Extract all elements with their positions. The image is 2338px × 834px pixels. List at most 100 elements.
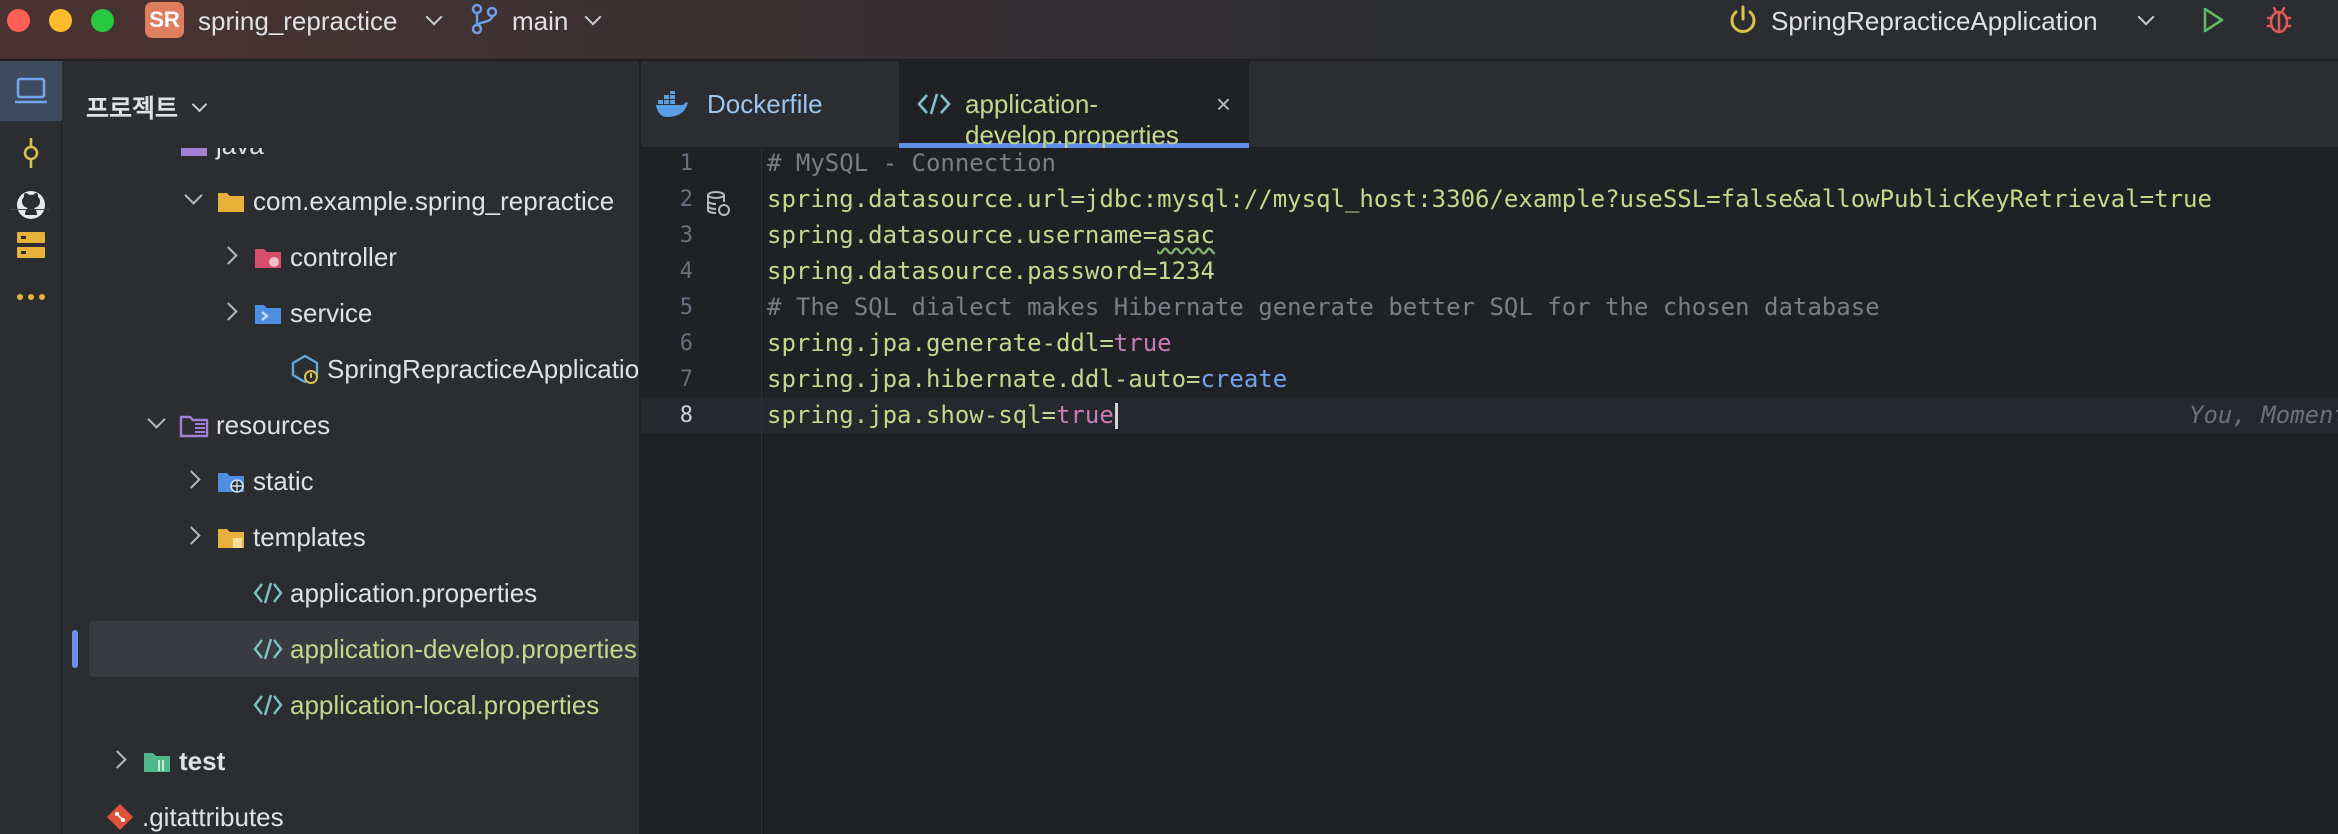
branch-name[interactable]: main (512, 6, 568, 37)
docker-icon (656, 91, 688, 117)
git-branch-icon[interactable] (470, 3, 500, 35)
line-number: 6 (679, 331, 693, 356)
code-token: = (1070, 185, 1085, 213)
expand-chevron-right-icon[interactable] (108, 750, 127, 769)
folder-source-icon (181, 148, 207, 156)
activity-separator (10, 209, 50, 210)
code-token: spring.jpa.generate-ddl (767, 329, 1100, 357)
tree-item[interactable]: application-local.properties (62, 677, 639, 733)
close-tab-icon[interactable]: × (1216, 89, 1231, 120)
code-line[interactable]: spring.jpa.show-sql=true (767, 401, 1118, 429)
code-token: spring.jpa.hibernate.ddl-auto (767, 365, 1187, 393)
run-icon[interactable] (2199, 5, 2227, 35)
tab-label: application-develop.properties (965, 89, 1179, 150)
git-file-icon (107, 804, 133, 830)
line-number-gutter: 1 2 3 4 5 6 7 8 (641, 148, 762, 834)
tab-dockerfile[interactable]: Dockerfile (641, 61, 899, 148)
tree-item-label: com.example.spring_repractice (253, 186, 615, 216)
code-token: = (1099, 329, 1114, 357)
text-caret (1114, 403, 1118, 429)
code-token: spring.datasource.password (767, 257, 1143, 285)
line-number: 1 (679, 151, 693, 176)
code-line[interactable]: spring.datasource.url=jdbc:mysql://mysql… (767, 185, 2212, 213)
code-token: # MySQL - Connection (767, 149, 1056, 177)
properties-file-icon (253, 694, 283, 716)
folder-service-icon (255, 305, 281, 324)
code-token: true (1113, 329, 1172, 357)
tree-item-label: static (253, 466, 314, 496)
tree-item[interactable]: resources (62, 397, 639, 453)
code-line[interactable]: spring.jpa.generate-ddl=true (767, 329, 1172, 357)
more-tools-button[interactable] (0, 267, 62, 327)
tree-item[interactable]: com.example.spring_repractice (62, 173, 639, 229)
project-tool-button[interactable] (0, 61, 62, 121)
code-token: spring.datasource.url (767, 185, 1071, 213)
more-icon (17, 294, 45, 300)
tree-item[interactable]: service (62, 285, 639, 341)
minimize-window-button[interactable] (49, 9, 72, 32)
commit-tool-button[interactable] (0, 123, 62, 183)
tree-item[interactable]: application.properties (62, 565, 639, 621)
tree-item-label: java (216, 148, 264, 161)
tree-item-label: service (290, 298, 373, 328)
code-token: = (1041, 401, 1056, 429)
tree-item[interactable]: java (62, 148, 639, 173)
code-line[interactable]: # MySQL - Connection (767, 149, 1056, 177)
expand-chevron-right-icon[interactable] (182, 470, 201, 489)
tree-item-label: application.properties (290, 578, 538, 608)
project-dropdown-chevron-icon[interactable] (425, 8, 443, 26)
properties-file-icon (917, 93, 951, 115)
code-line[interactable]: # The SQL dialect makes Hibernate genera… (767, 293, 1880, 321)
activity-bar (0, 61, 62, 834)
code-token: true (1056, 401, 1114, 429)
project-name[interactable]: spring_repractice (198, 6, 397, 37)
expand-chevron-right-icon[interactable] (219, 302, 238, 321)
code-token: = (1142, 221, 1158, 249)
line-number: 2 (679, 187, 693, 212)
run-config-chevron-icon[interactable] (2137, 8, 2155, 26)
code-line[interactable]: spring.datasource.username=asac (767, 221, 1215, 249)
expand-chevron-down-icon[interactable] (184, 186, 203, 205)
folder-templates-icon (218, 529, 244, 548)
run-configuration-selector[interactable]: SpringRepracticeApplication (1771, 6, 2098, 37)
tree-item[interactable]: .gitattributes (62, 789, 639, 834)
code-token: 1234 (1157, 257, 1215, 285)
tree-item[interactable]: application-develop.properties (89, 621, 639, 677)
debug-bug-icon[interactable] (2264, 4, 2294, 36)
code-line[interactable]: spring.jpa.hibernate.ddl-auto=create (767, 365, 1287, 393)
properties-file-icon (253, 638, 283, 660)
title-bar: SR spring_repractice main SpringRepracti… (0, 0, 2338, 60)
folder-test-icon (144, 753, 170, 772)
folder-resources-icon (179, 415, 209, 438)
database-gutter-icon[interactable] (705, 190, 731, 218)
tree-item[interactable]: test (62, 733, 639, 789)
project-panel-title[interactable]: 프로젝트 (86, 89, 178, 125)
commit-icon (23, 138, 39, 168)
expand-chevron-down-icon[interactable] (147, 410, 166, 429)
editor-tab-bar: Dockerfile application-develop.propertie… (641, 61, 2338, 150)
project-badge[interactable]: SR (145, 2, 184, 38)
tree-item[interactable]: SpringRepracticeApplication (62, 341, 640, 397)
services-tool-button[interactable] (0, 215, 62, 275)
code-editor[interactable]: 12345678 # MySQL - Connection spring.data… (641, 148, 2338, 834)
tree-item-label: templates (253, 522, 366, 552)
panel-title-chevron-icon[interactable] (191, 96, 208, 113)
code-token: create (1200, 365, 1288, 393)
line-number: 8 (679, 403, 693, 428)
code-line[interactable]: spring.datasource.password=1234 (767, 257, 1215, 285)
tree-item[interactable]: controller (62, 229, 639, 285)
tree-item-label: controller (290, 242, 397, 272)
tab-application-develop-properties[interactable]: application-develop.properties × (899, 61, 1249, 150)
expand-chevron-right-icon[interactable] (219, 246, 238, 265)
project-tree: java com.example.spring_repracticecontrol… (62, 148, 640, 834)
close-window-button[interactable] (7, 9, 30, 32)
expand-chevron-right-icon[interactable] (182, 526, 201, 545)
line-number: 3 (679, 223, 693, 248)
maximize-window-button[interactable] (91, 9, 114, 32)
tree-item-label: SpringRepracticeApplication (327, 354, 640, 384)
code-token: spring.jpa.show-sql (767, 401, 1042, 429)
tree-item[interactable]: static (62, 453, 639, 509)
branch-dropdown-chevron-icon[interactable] (584, 8, 602, 26)
tree-item[interactable]: templates (62, 509, 639, 565)
tab-label: Dockerfile (707, 89, 823, 119)
